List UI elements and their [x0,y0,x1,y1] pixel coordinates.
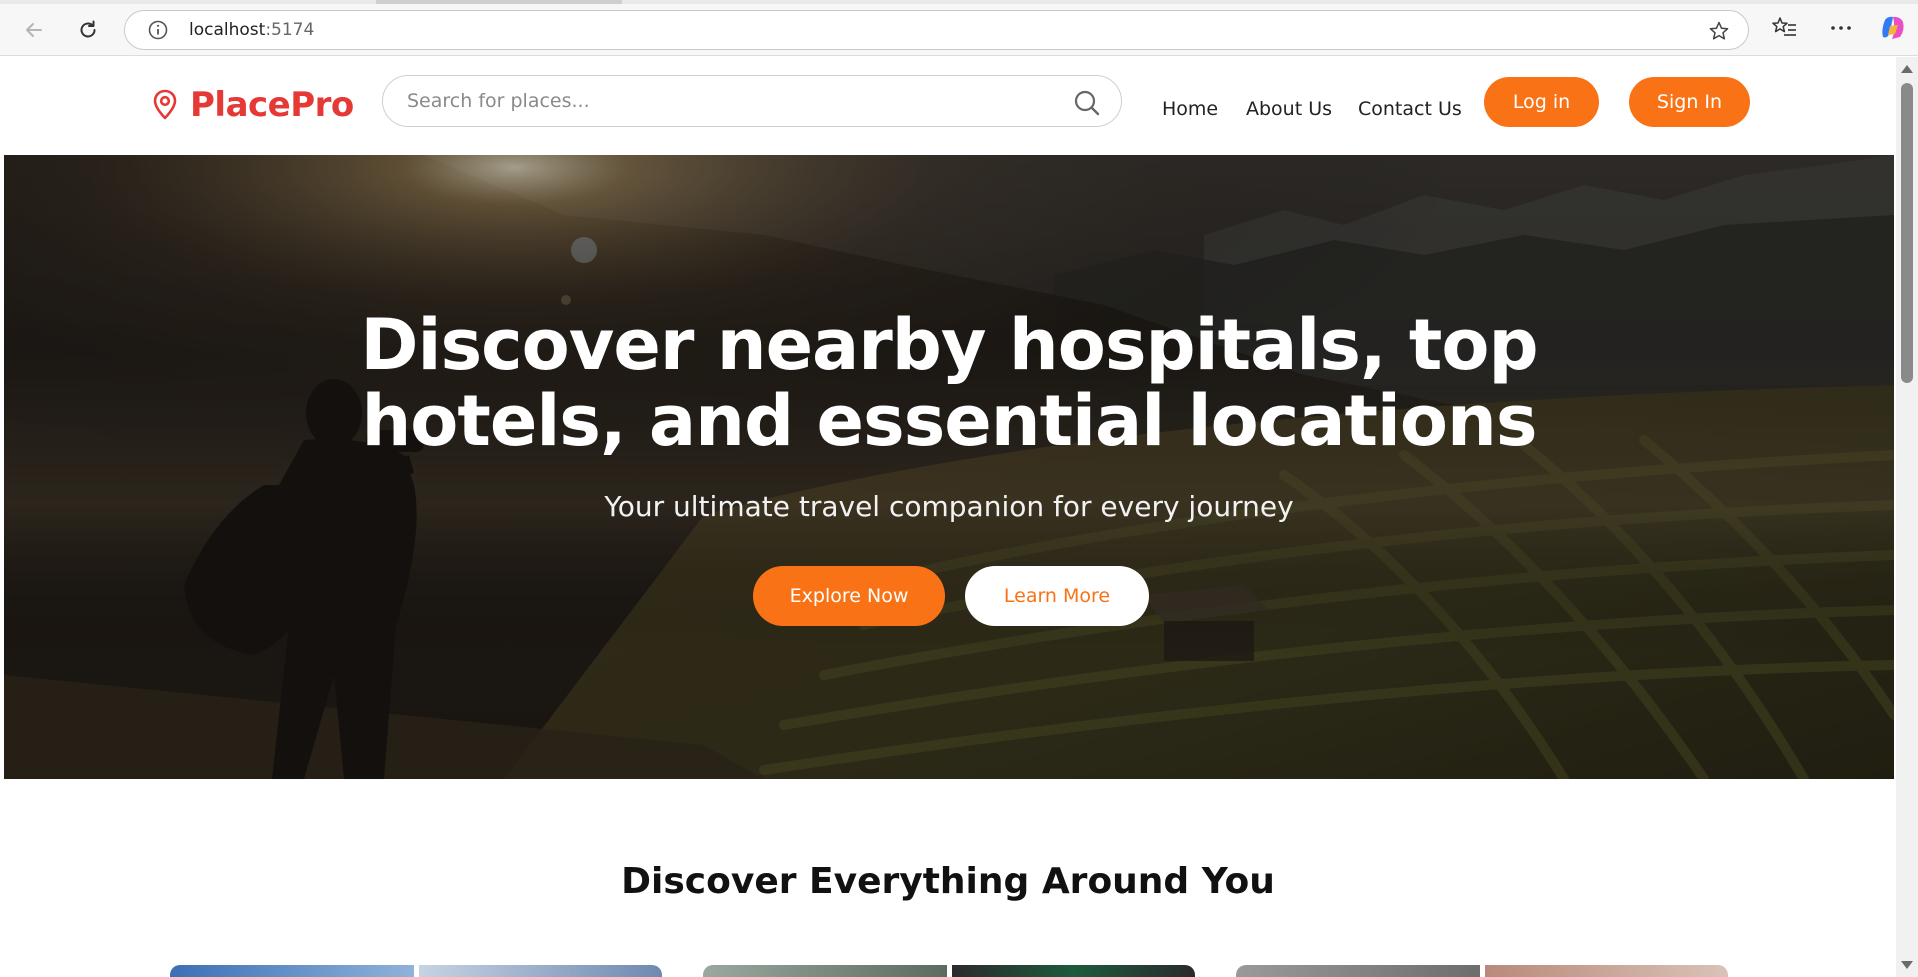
address-bar[interactable]: localhost:5174 [124,10,1749,50]
discover-section-title: Discover Everything Around You [621,861,1275,902]
card-image [1484,965,1728,977]
map-pin-icon [150,88,180,122]
browser-tab-edge [376,0,622,4]
card-image [703,965,947,977]
logo[interactable]: PlacePro [150,85,354,125]
star-icon[interactable] [1708,20,1730,47]
browser-tab-strip [0,0,1918,4]
signin-button[interactable]: Sign In [1629,77,1750,127]
copilot-button[interactable] [1878,12,1908,49]
learn-more-button[interactable]: Learn More [965,566,1149,626]
search-icon[interactable] [1073,89,1101,122]
card-image [418,965,662,977]
hero-section: Discover nearby hospitals, top hotels, a… [4,155,1894,779]
browser-toolbar: localhost:5174 [0,0,1918,56]
hero-subtitle: Your ultimate travel companion for every… [604,490,1294,523]
hero-title: Discover nearby hospitals, top hotels, a… [360,304,1538,462]
hero-content: Discover nearby hospitals, top hotels, a… [4,155,1894,779]
more-icon [1826,26,1856,48]
card-image [951,965,1195,977]
page-viewport: PlacePro Home About Us Contact Us Log in… [0,57,1918,977]
category-card[interactable] [703,965,1195,977]
scroll-down-icon[interactable] [1901,961,1913,969]
reload-button[interactable] [70,12,106,48]
url-port: :5174 [265,20,315,40]
scrollbar-thumb[interactable] [1901,83,1913,383]
card-image [170,965,414,977]
more-button[interactable] [1826,12,1856,49]
arrow-left-icon [23,19,45,41]
info-icon[interactable] [147,19,169,41]
site-header: PlacePro Home About Us Contact Us Log in… [0,57,1896,155]
login-button[interactable]: Log in [1484,77,1599,127]
search-bar[interactable] [382,75,1122,127]
card-image [1236,965,1480,977]
category-card[interactable] [1236,965,1728,977]
explore-now-button[interactable]: Explore Now [753,566,945,626]
copilot-icon [1878,16,1908,48]
category-card[interactable] [170,965,662,977]
url-host: localhost [189,20,266,40]
reload-icon [77,19,99,41]
search-input[interactable] [405,89,1045,113]
nav-home[interactable]: Home [1162,97,1218,121]
brand-name: PlacePro [190,85,354,125]
scroll-up-icon[interactable] [1901,65,1913,73]
address-url: localhost:5174 [189,20,314,40]
nav-contact-us[interactable]: Contact Us [1358,97,1462,121]
page-scrollbar[interactable] [1896,57,1918,977]
nav-about-us[interactable]: About Us [1246,97,1332,121]
favorites-button[interactable] [1770,12,1800,49]
back-button[interactable] [16,12,52,48]
favorites-list-icon [1770,17,1800,48]
